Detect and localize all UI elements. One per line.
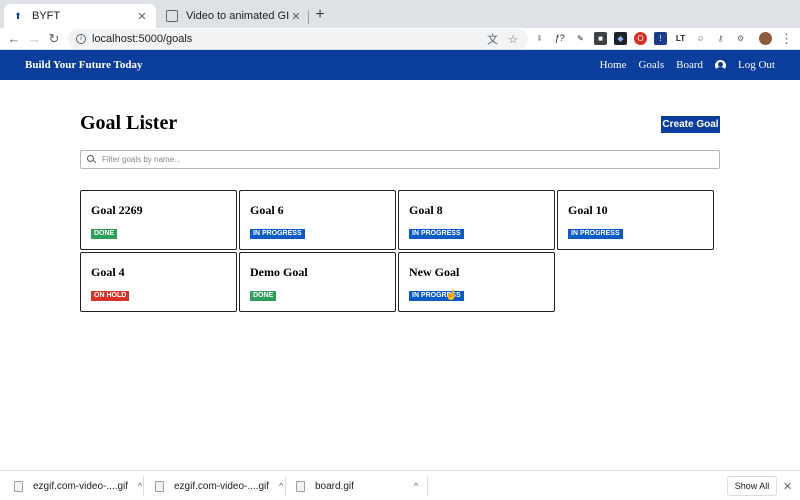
status-badge: IN PROGRESS	[409, 229, 464, 239]
goal-card[interactable]: Demo Goal DONE	[239, 252, 396, 312]
chevron-up-icon[interactable]: ^	[414, 481, 418, 491]
goal-title: Goal 6	[250, 203, 284, 217]
create-goal-button[interactable]: Create Goal	[661, 116, 720, 133]
user-icon[interactable]	[715, 59, 727, 71]
goal-card[interactable]: Goal 2269 DONE	[80, 190, 237, 250]
keys-ext-icon[interactable]: ⚷	[714, 32, 727, 45]
download-filename: ezgif.com-video-....gif	[33, 480, 129, 492]
status-badge: DONE	[250, 291, 277, 301]
close-tab-icon[interactable]: ✕	[290, 10, 302, 23]
search-icon	[87, 155, 96, 164]
browser-tabstrip: ⬆ BYFT ✕ Video to animated GIF converter…	[0, 0, 800, 28]
goal-title: Goal 8	[409, 203, 443, 217]
byft-favicon-icon: ⬆	[14, 10, 22, 21]
brand-logo-text[interactable]: Build Your Future Today	[25, 59, 588, 71]
nav-board-link[interactable]: Board	[676, 59, 703, 71]
ezgif-favicon-icon	[166, 10, 178, 22]
download-filename: ezgif.com-video-....gif	[174, 480, 270, 492]
search-input[interactable]	[102, 155, 719, 164]
divider	[427, 476, 428, 496]
download-item[interactable]: ezgif.com-video-....gif ^	[14, 477, 142, 495]
divider	[285, 476, 286, 496]
opera-ext-icon[interactable]: O	[634, 32, 647, 45]
status-badge: IN PROGRESS	[250, 229, 305, 239]
note-ext-icon[interactable]: !	[654, 32, 667, 45]
face-ext-icon[interactable]: ☺	[694, 32, 707, 45]
close-tab-icon[interactable]: ✕	[136, 10, 148, 23]
dark-ext-icon[interactable]: ◆	[614, 32, 627, 45]
new-tab-button[interactable]: +	[312, 6, 328, 24]
address-bar[interactable]: i localhost:5000/goals 文 ☆	[68, 29, 528, 49]
bookmark-star-icon[interactable]: ☆	[508, 33, 518, 46]
tab-title: Video to animated GIF converter	[186, 10, 290, 22]
search-field[interactable]	[80, 150, 720, 169]
goal-card[interactable]: Goal 10 IN PROGRESS	[557, 190, 714, 250]
hand-cursor-icon: ☝	[445, 290, 458, 301]
goal-card[interactable]: Goal 4 ON HOLD	[80, 252, 237, 312]
goal-title: Goal 4	[91, 265, 125, 279]
formula-ext-icon[interactable]: ƒ?	[553, 32, 566, 45]
square-ext-icon[interactable]: ■	[594, 32, 607, 45]
file-icon	[155, 480, 164, 492]
download-item[interactable]: ezgif.com-video-....gif ^	[155, 477, 283, 495]
goal-card[interactable]: Goal 6 IN PROGRESS	[239, 190, 396, 250]
status-badge: IN PROGRESS	[568, 229, 623, 239]
tab-byft[interactable]: ⬆ BYFT ✕	[4, 4, 156, 28]
status-badge: ON HOLD	[91, 291, 130, 301]
chevron-up-icon[interactable]: ^	[279, 481, 283, 491]
goal-title: Demo Goal	[250, 265, 308, 279]
download-filename: board.gif	[315, 480, 354, 492]
back-arrow-icon[interactable]: ←	[6, 31, 22, 47]
pen-ext-icon[interactable]: ✎	[574, 32, 587, 45]
close-icon[interactable]: ✕	[783, 480, 792, 493]
nav-home-link[interactable]: Home	[600, 59, 627, 71]
browser-toolbar: ← → ↻ i localhost:5000/goals 文 ☆ ⬇ ƒ? ✎ …	[0, 28, 800, 50]
chevron-up-icon[interactable]: ^	[138, 481, 142, 491]
goal-card[interactable]: Goal 8 IN PROGRESS	[398, 190, 555, 250]
gear-ext-icon[interactable]: ⚙	[734, 32, 747, 45]
divider	[143, 476, 144, 496]
tab-gif-converter[interactable]: Video to animated GIF converter ✕	[158, 4, 310, 28]
browser-menu-icon[interactable]: ⋮	[780, 32, 793, 45]
goal-card[interactable]: New Goal IN PROGRESS	[398, 252, 555, 312]
profile-avatar[interactable]: ●	[759, 32, 772, 45]
download-ext-icon[interactable]: ⬇	[533, 32, 546, 45]
show-all-button[interactable]: Show All	[727, 476, 777, 496]
forward-arrow-icon[interactable]: →	[26, 31, 42, 47]
status-badge: DONE	[91, 229, 118, 239]
downloads-bar: ezgif.com-video-....gif ^ ezgif.com-vide…	[0, 470, 800, 500]
reload-icon[interactable]: ↻	[46, 31, 62, 47]
lt-ext-icon[interactable]: LT	[674, 32, 687, 45]
nav-goals-link[interactable]: Goals	[638, 59, 664, 71]
goal-title: New Goal	[409, 265, 460, 279]
download-item[interactable]: board.gif ^	[296, 477, 418, 495]
page-title: Goal Lister	[80, 112, 178, 134]
nav-logout-link[interactable]: Log Out	[738, 59, 775, 71]
url-text: localhost:5000/goals	[92, 33, 193, 45]
goal-title: Goal 2269	[91, 203, 143, 217]
goal-title: Goal 10	[568, 203, 608, 217]
tab-divider	[308, 10, 309, 24]
app-header: Build Your Future Today Home Goals Board…	[0, 50, 800, 80]
site-info-icon[interactable]: i	[76, 34, 86, 44]
file-icon	[296, 480, 305, 492]
file-icon	[14, 480, 23, 492]
tab-title: BYFT	[32, 10, 61, 22]
translate-icon[interactable]: 文	[487, 31, 498, 47]
